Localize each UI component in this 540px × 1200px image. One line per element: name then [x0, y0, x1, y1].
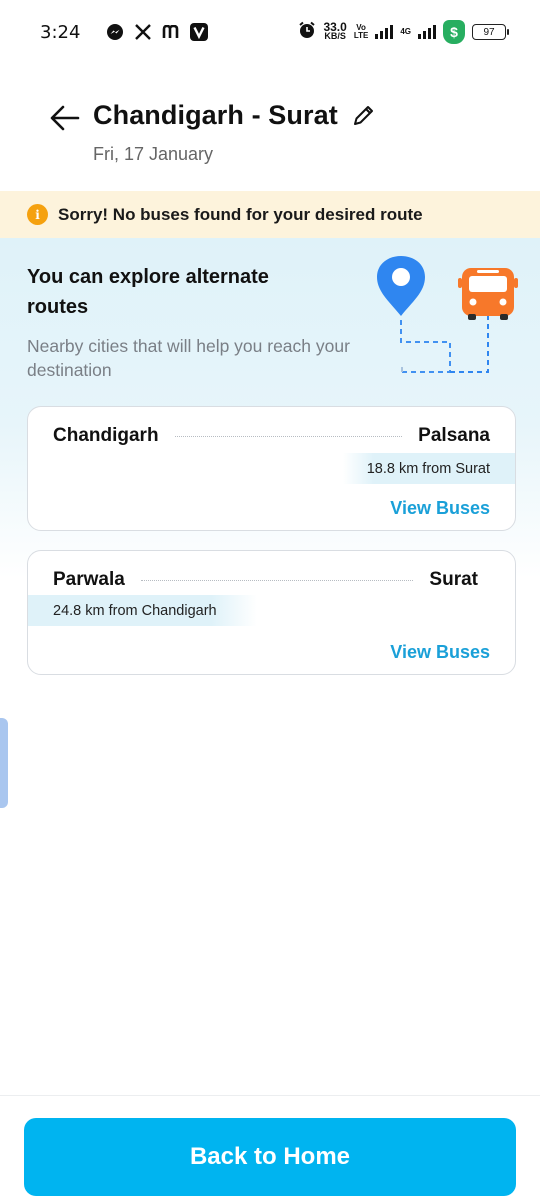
signal-icon [375, 25, 394, 39]
edit-pencil-icon[interactable] [350, 103, 376, 129]
alert-message: Sorry! No buses found for your desired r… [58, 204, 423, 224]
security-shield-icon: $ [443, 20, 465, 44]
signal-icon-2 [418, 25, 436, 39]
explore-subtitle: Nearby cities that will help you reach y… [27, 336, 350, 380]
route-connector [140, 579, 414, 581]
journey-date: Fri, 17 January [93, 144, 214, 164]
alternate-route-card[interactable]: Chandigarh Palsana 18.8 km from Surat Vi… [27, 406, 516, 531]
distance-note: 24.8 km from Chandigarh [28, 595, 257, 626]
v-icon [190, 23, 209, 41]
title-row: Chandigarh - Surat [93, 100, 376, 131]
status-time: 3:24 [40, 21, 81, 43]
no-buses-alert: i Sorry! No buses found for your desired… [0, 191, 540, 238]
messenger-icon [106, 23, 124, 41]
alternate-route-card[interactable]: Parwala Surat 24.8 km from Chandigarh Vi… [27, 550, 516, 675]
back-to-home-button[interactable]: Back to Home [24, 1118, 516, 1196]
destination-city: Palsana [418, 425, 490, 446]
m-icon [162, 23, 180, 41]
page-title: Chandigarh - Surat [93, 100, 338, 130]
route-cities: Parwala Surat [53, 567, 490, 593]
back-arrow-icon[interactable] [50, 104, 80, 132]
explore-title: You can explore alternate routes [27, 266, 269, 318]
battery-icon: 97 [472, 24, 509, 40]
origin-city: Chandigarh [53, 425, 159, 446]
notification-icons [106, 23, 209, 41]
system-indicators: 33.0 KB/S Vo LTE 4G $ 97 [298, 20, 509, 44]
destination-city: Surat [429, 569, 478, 590]
edge-panel-handle[interactable] [0, 718, 8, 808]
route-illustration-icon [377, 256, 518, 373]
network-speed: 33.0 KB/S [323, 20, 347, 41]
origin-city: Parwala [53, 569, 125, 590]
distance-note: 18.8 km from Surat [342, 453, 515, 484]
alarm-icon [298, 21, 316, 44]
volte-indicator: Vo LTE [353, 23, 369, 40]
info-icon: i [27, 204, 48, 225]
view-buses-link[interactable]: View Buses [390, 498, 490, 519]
route-cities: Chandigarh Palsana [53, 423, 490, 449]
network-type: 4G [400, 27, 411, 36]
bottom-action-bar: Back to Home [0, 1095, 540, 1200]
view-buses-link[interactable]: View Buses [390, 642, 490, 663]
status-bar: 3:24 33.0 KB/S Vo LTE 4G $ 97 [0, 0, 540, 64]
route-connector [174, 435, 403, 437]
x-icon [134, 23, 152, 41]
